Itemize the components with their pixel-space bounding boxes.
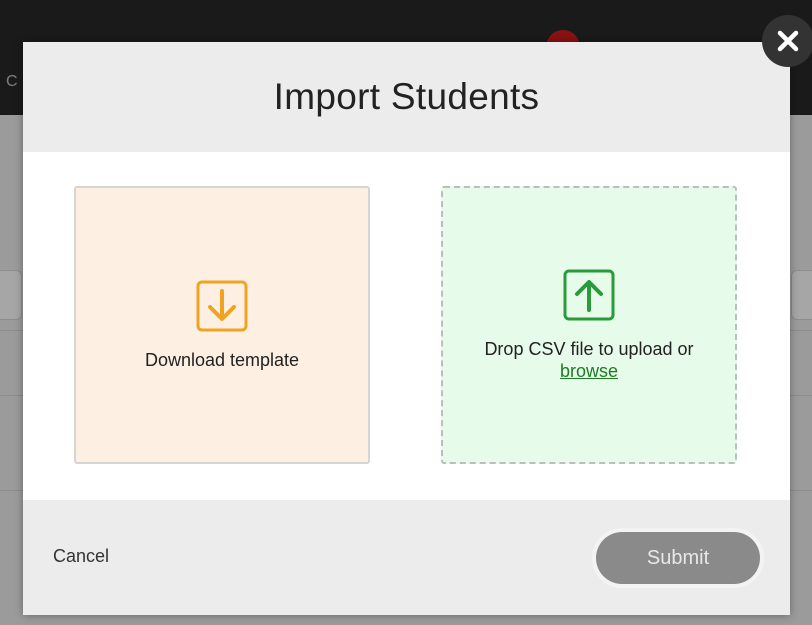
upload-arrow-icon [563, 269, 615, 321]
download-template-label: Download template [144, 350, 300, 370]
browse-link[interactable]: browse [560, 360, 618, 382]
csv-upload-dropzone[interactable]: Drop CSV file to upload or browse [441, 186, 737, 464]
background-text-fragment: C [6, 73, 18, 90]
upload-instructions: Drop CSV file to upload or [484, 339, 694, 359]
import-students-modal: Import Students Download template Drop C… [23, 42, 790, 615]
modal-header: Import Students [23, 42, 790, 152]
cancel-button[interactable]: Cancel [53, 546, 109, 567]
background-field [0, 270, 22, 320]
modal-title: Import Students [273, 76, 540, 117]
download-arrow-icon [196, 280, 248, 332]
download-template-card[interactable]: Download template [74, 186, 370, 464]
background-input [791, 270, 812, 320]
close-icon [777, 30, 799, 52]
submit-button[interactable]: Submit [596, 532, 760, 584]
close-modal-button[interactable] [762, 15, 812, 67]
